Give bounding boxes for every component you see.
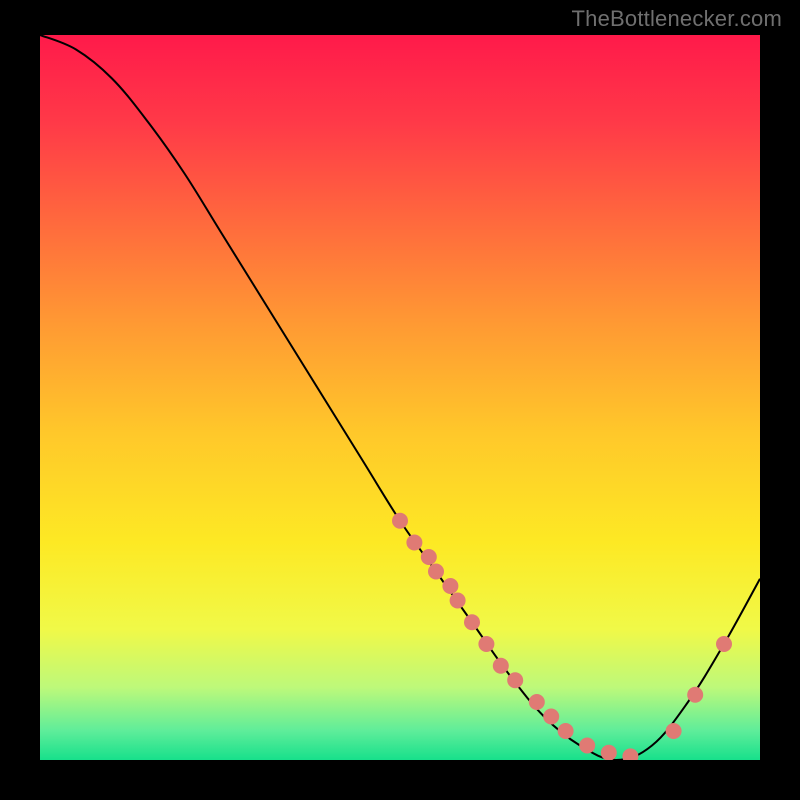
plot-area [40,35,760,760]
data-marker [478,636,494,652]
data-marker [406,535,422,551]
data-marker [543,709,559,725]
data-marker [428,564,444,580]
data-marker [558,723,574,739]
data-marker [716,636,732,652]
data-marker [579,738,595,754]
data-marker [601,745,617,760]
data-marker [666,723,682,739]
data-marker [507,672,523,688]
chart-container: TheBottlenecker.com [0,0,800,800]
data-marker [464,614,480,630]
chart-svg [40,35,760,760]
data-marker [442,578,458,594]
data-marker [450,593,466,609]
data-marker [392,513,408,529]
data-marker [493,658,509,674]
gradient-background [40,35,760,760]
attribution-text: TheBottlenecker.com [572,6,782,32]
data-marker [687,687,703,703]
data-marker [421,549,437,565]
data-marker [529,694,545,710]
